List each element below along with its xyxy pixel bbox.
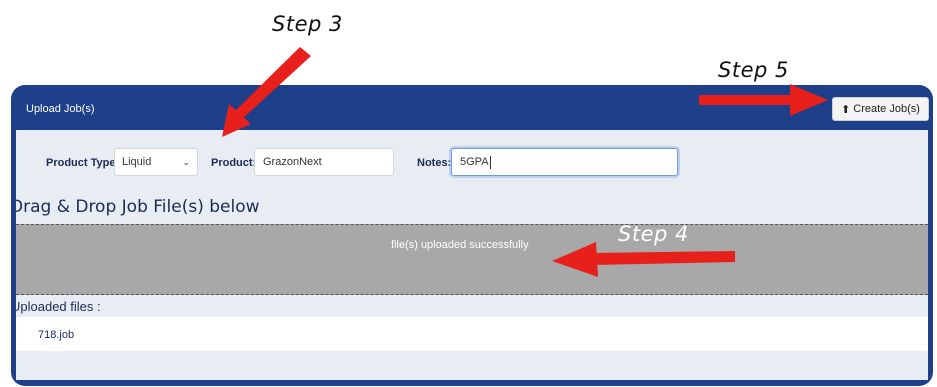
product-label: Product: <box>211 157 257 169</box>
product-input[interactable]: GrazonNext <box>254 148 394 176</box>
step-3-annotation: Step 3 <box>272 12 343 36</box>
panel-title: Upload Job(s) <box>26 103 95 115</box>
upload-icon: ⬆ <box>841 103 851 116</box>
step-4-annotation: Step 4 <box>618 222 689 246</box>
chevron-down-icon: ⌄ <box>182 156 190 167</box>
panel-header: Upload Job(s) ⬆ Create Job(s) <box>11 85 933 130</box>
upload-job-panel: Upload Job(s) ⬆ Create Job(s) Product Ty… <box>11 85 933 386</box>
dropzone-title: Drag & Drop Job File(s) below <box>16 197 260 217</box>
uploaded-files-label: Uploaded files : <box>16 299 101 314</box>
file-name: 718.job <box>38 329 75 341</box>
product-type-label: Product Type: <box>46 157 120 169</box>
product-value: GrazonNext <box>263 156 322 168</box>
upload-success-message: file(s) uploaded successfully <box>391 239 529 251</box>
product-type-value: Liquid <box>122 156 152 168</box>
text-cursor <box>489 155 491 169</box>
notes-label: Notes: <box>417 157 452 169</box>
create-jobs-button[interactable]: ⬆ Create Job(s) <box>832 97 929 121</box>
create-jobs-label: Create Job(s) <box>853 103 920 115</box>
product-type-select[interactable]: Liquid ⌄ <box>114 148 198 176</box>
list-item[interactable]: 718.job <box>16 317 928 351</box>
step-5-annotation: Step 5 <box>718 58 789 82</box>
notes-value: 5GPA <box>460 156 489 168</box>
file-dropzone[interactable]: file(s) uploaded successfully <box>16 224 928 295</box>
notes-input[interactable]: 5GPA <box>451 148 678 176</box>
panel-body: Product Type: Liquid ⌄ Product: GrazonNe… <box>16 130 928 380</box>
